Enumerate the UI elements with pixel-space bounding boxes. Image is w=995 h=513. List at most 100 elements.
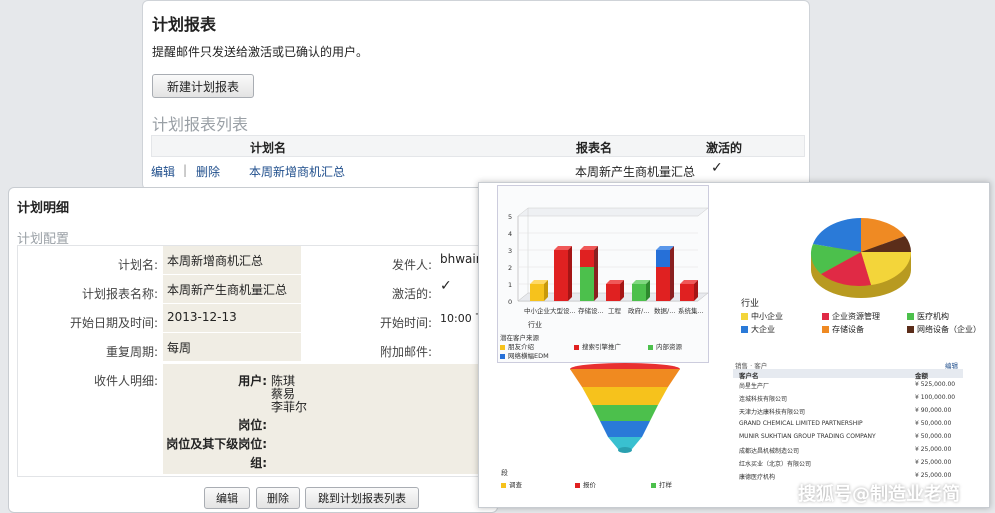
legend-swatch (907, 313, 914, 320)
notice-text: 提醒邮件只发送给激活或已确认的用户。 (152, 45, 369, 59)
pie-legend-item: 大企业 (741, 324, 775, 335)
legend-label: 中小企业 (751, 312, 783, 321)
y-tick: 5 (508, 213, 513, 221)
customer-name-cell: 连城科技有限公司 (739, 396, 788, 403)
amount-cell: ¥ 50,000.00 (915, 433, 952, 440)
bar-legend-item: 网络横幅EDM (500, 350, 549, 360)
x-tick: 工程 (608, 307, 621, 315)
pie-legend-item: 存储设备 (822, 324, 864, 335)
x-tick: 大型设... (550, 307, 576, 315)
customer-name-cell: MUNIR SUKHTIAN GROUP TRADING COMPANY (739, 433, 876, 440)
amount-cell: ¥ 90,000.00 (915, 407, 952, 414)
legend-swatch (907, 326, 914, 333)
plan-name-value: 本周新增商机汇总 (163, 246, 301, 274)
delete-button[interactable]: 删除 (256, 487, 300, 509)
legend-label: 大企业 (751, 325, 775, 334)
positions-sub-label: 岗位及其下级岗位: (166, 437, 267, 451)
funnel-legend-item: 打样 (651, 479, 672, 489)
customer-name-cell: 红水买业（北京）有限公司 (739, 461, 812, 468)
y-tick: 0 (508, 298, 513, 306)
y-tick: 1 (508, 281, 513, 289)
customer-name-cell: 尚星生产厂 (739, 383, 770, 390)
funnel-legend-title: 段 (501, 469, 508, 477)
report-name-label: 计划报表名称: (81, 287, 158, 301)
sender-label: 发件人: (391, 258, 432, 272)
x-tick: 数据/... (654, 307, 676, 315)
new-scheduled-report-button[interactable]: 新建计划报表 (152, 74, 254, 98)
active-label: 激活的: (391, 287, 432, 301)
column-plan-name: 计划名 (250, 141, 287, 155)
schedule-config-form: 计划名: 本周新增商机汇总 计划报表名称: 本周新产生商机量汇总 开始日期及时间… (17, 245, 497, 477)
groups-label: 组: (250, 456, 267, 470)
y-tick: 2 (508, 264, 513, 272)
legend-swatch (574, 344, 579, 350)
customer-name-cell: 天津力达康科技有限公司 (739, 409, 806, 416)
recipients-label: 收件人明细: (93, 374, 158, 388)
amount-cell: ¥ 25,000.00 (915, 446, 952, 453)
pie-legend-title: 行业 (741, 299, 760, 309)
dashboard-preview: 5 4 3 2 1 0 中小企业 大型设... 存储设... 工程 政府/...… (478, 182, 990, 508)
funnel-chart (570, 363, 680, 453)
table-row: 编辑 | 删除 本周新增商机汇总 本周新产生商机量汇总 ✓ (151, 157, 805, 183)
pie-legend-item: 中小企业 (741, 311, 783, 322)
legend-label: 调查 (509, 481, 522, 489)
legend-label: 存储设备 (832, 325, 864, 334)
amount-cell: ¥ 525,000.00 (915, 381, 956, 388)
y-tick: 3 (508, 247, 513, 255)
x-tick: 系统集... (678, 307, 704, 315)
active-check-icon: ✓ (711, 160, 723, 176)
amount-cell: ¥ 100,000.00 (915, 394, 956, 401)
report-name-cell: 本周新产生商机量汇总 (575, 165, 696, 179)
funnel-legend-item: 调查 (501, 479, 522, 489)
customer-table-widget: 销售 · 客户 编辑 客户名 金额 尚星生产厂 ¥ 525,000.00 连城科技有… (733, 360, 963, 490)
legend-swatch (651, 482, 656, 488)
customer-name-cell: 康德医疗机构 (739, 474, 776, 481)
customer-name-cell: GRAND CHEMICAL LIMITED PARTNERSHIP (739, 420, 863, 427)
bar-chart-box: 5 4 3 2 1 0 中小企业 大型设... 存储设... 工程 政府/...… (497, 185, 709, 363)
legend-swatch (648, 344, 653, 350)
legend-swatch (822, 326, 829, 333)
start-date-value: 2013-12-13 (163, 304, 301, 332)
bar-legend-item: 内部资源 (648, 341, 682, 351)
pie-chart (810, 218, 911, 298)
edit-link[interactable]: 编辑 (151, 163, 175, 180)
link-separator: | (183, 163, 188, 177)
pie-legend-item: 企业资源管理 (822, 311, 880, 322)
bar-series (530, 246, 698, 301)
legend-label: 搜索引擎推广 (582, 343, 621, 351)
legend-label: 打样 (659, 481, 672, 489)
report-name-value: 本周新产生商机量汇总 (163, 275, 301, 303)
delete-link[interactable]: 删除 (196, 163, 220, 180)
y-tick: 4 (508, 230, 513, 238)
schedule-detail-panel: 计划明细 计划配置 计划名: 本周新增商机汇总 计划报表名称: 本周新产生商机量… (8, 187, 498, 513)
pie-legend-item: 网络设备（企业） (907, 324, 981, 335)
start-time-label: 开始时间: (379, 316, 432, 330)
back-to-list-button[interactable]: 跳到计划报表列表 (305, 487, 419, 509)
pie-legend-item: 医疗机构 (907, 311, 949, 322)
table-header: 计划名 报表名 激活的 (151, 135, 805, 157)
plan-name-link[interactable]: 本周新增商机汇总 (249, 163, 345, 180)
legend-swatch (500, 353, 505, 359)
legend-label: 网络横幅EDM (508, 352, 549, 360)
detail-title: 计划明细 (17, 201, 70, 216)
bar-legend-item: 搜索引擎推广 (574, 341, 621, 351)
legend-label: 网络设备（企业） (917, 325, 981, 334)
attach-mail-label: 附加邮件: (379, 345, 432, 359)
repeat-value: 每周 (163, 333, 301, 361)
legend-label: 内部资源 (656, 343, 682, 351)
edit-button[interactable]: 编辑 (204, 487, 250, 509)
legend-swatch (501, 482, 506, 488)
column-active: 激活的 (706, 141, 743, 155)
table-header (733, 369, 963, 378)
legend-label: 报价 (583, 481, 596, 489)
start-date-label: 开始日期及时间: (69, 316, 158, 330)
x-tick: 政府/... (628, 307, 650, 315)
x-tick: 中小企业 (524, 307, 550, 315)
customer-name-cell: 成都达昌机械制造公司 (739, 448, 800, 455)
user-item: 李菲尔 (271, 400, 308, 414)
legend-swatch (741, 313, 748, 320)
x-tick: 存储设... (578, 307, 604, 315)
amount-cell: ¥ 25,000.00 (915, 459, 952, 466)
legend-label: 医疗机构 (917, 312, 949, 321)
recipients-box: 用户: 陈琪 蔡易 李菲尔 岗位: 岗位及其下级岗位: 组: (163, 364, 497, 474)
